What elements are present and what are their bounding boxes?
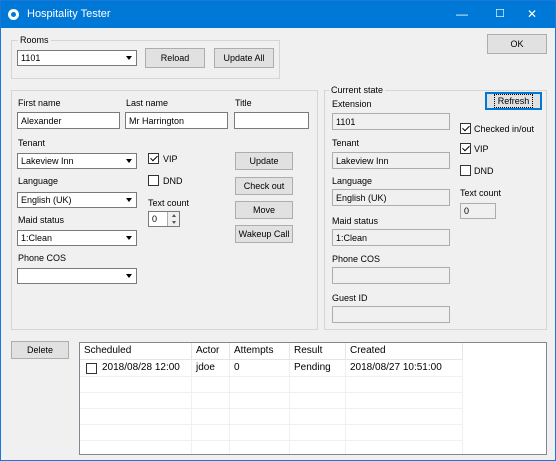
cs-phone-cos-label: Phone COS: [332, 254, 381, 264]
check-out-button[interactable]: Check out: [235, 177, 293, 195]
cs-extension-field: 1101: [332, 113, 450, 130]
col-header-scheduled[interactable]: Scheduled: [80, 343, 192, 360]
cell-scheduled: 2018/08/28 12:00: [102, 362, 180, 373]
main-window: Hospitality Tester — ☐ ✕ Rooms 1101 Relo…: [0, 0, 556, 461]
maid-status-select-value: 1:Clean: [21, 233, 53, 243]
cs-tenant-field: Lakeview Inn: [332, 152, 450, 169]
refresh-label: Refresh: [493, 94, 534, 108]
cell-created: 2018/08/27 10:51:00: [350, 362, 442, 373]
cell-attempts: 0: [234, 362, 240, 373]
col-header-attempts[interactable]: Attempts: [230, 343, 290, 360]
row-divider: [80, 424, 463, 425]
cs-guest-id-field: [332, 306, 450, 323]
update-all-button[interactable]: Update All: [214, 48, 274, 68]
cs-guest-id-label: Guest ID: [332, 293, 368, 303]
cs-dnd-label: DND: [474, 166, 494, 176]
first-name-field[interactable]: Alexander: [17, 112, 120, 129]
spin-up-icon[interactable]: [167, 212, 179, 219]
cs-extension-label: Extension: [332, 99, 372, 109]
close-button[interactable]: ✕: [509, 1, 555, 28]
language-select[interactable]: English (UK): [17, 192, 137, 208]
title-label: Title: [235, 98, 252, 108]
dnd-checkbox[interactable]: [148, 175, 159, 186]
refresh-button[interactable]: Refresh: [485, 92, 542, 110]
chevron-down-icon: [121, 154, 136, 168]
app-icon: [8, 9, 19, 20]
window-title: Hospitality Tester: [27, 8, 111, 20]
chevron-down-icon: [121, 269, 136, 283]
table-row[interactable]: 2018/08/28 12:00 jdoe 0 Pending 2018/08/…: [80, 361, 463, 376]
delete-button[interactable]: Delete: [11, 341, 69, 359]
update-button[interactable]: Update: [235, 152, 293, 170]
spin-down-icon[interactable]: [167, 219, 179, 226]
row-divider: [80, 440, 463, 441]
cs-vip-checkbox: [460, 143, 471, 154]
cell-result: Pending: [294, 362, 331, 373]
rooms-group-label: Rooms: [18, 35, 51, 45]
cs-checked-in-label: Checked in/out: [474, 124, 535, 134]
current-state-group-label: Current state: [329, 85, 386, 95]
dnd-label: DND: [163, 176, 183, 186]
maid-status-select[interactable]: 1:Clean: [17, 230, 137, 246]
maid-status-label: Maid status: [18, 215, 65, 225]
cs-tenant-label: Tenant: [332, 138, 360, 148]
cs-checked-in-checkbox: [460, 123, 471, 134]
language-label: Language: [18, 176, 59, 186]
wakeup-call-button[interactable]: Wakeup Call: [235, 225, 293, 243]
title-field[interactable]: [234, 112, 309, 129]
room-select[interactable]: 1101: [17, 50, 137, 66]
row-divider: [80, 392, 463, 393]
col-header-actor[interactable]: Actor: [192, 343, 230, 360]
wakeup-list[interactable]: Scheduled Actor Attempts Result Created …: [79, 342, 547, 455]
col-header-result[interactable]: Result: [290, 343, 346, 360]
chevron-down-icon: [121, 51, 136, 65]
row-checkbox[interactable]: [86, 363, 97, 374]
vip-checkbox[interactable]: [148, 153, 159, 164]
cs-phone-cos-field: [332, 267, 450, 284]
vip-label: VIP: [163, 154, 178, 164]
text-count-label: Text count: [148, 198, 190, 208]
tenant-select-value: Lakeview Inn: [21, 156, 74, 166]
title-bar[interactable]: Hospitality Tester — ☐ ✕: [1, 1, 555, 28]
last-name-field[interactable]: Mr Harrington: [125, 112, 228, 129]
text-count-value: 0: [152, 214, 158, 224]
cs-dnd-checkbox: [460, 165, 471, 176]
col-header-created[interactable]: Created: [346, 343, 463, 360]
tenant-label: Tenant: [18, 138, 46, 148]
cs-language-label: Language: [332, 176, 373, 186]
move-button[interactable]: Move: [235, 201, 293, 219]
cs-text-count-field: 0: [460, 203, 496, 219]
language-select-value: English (UK): [21, 195, 72, 205]
phone-cos-label: Phone COS: [18, 253, 67, 263]
phone-cos-select[interactable]: [17, 268, 137, 284]
ok-button[interactable]: OK: [487, 34, 547, 54]
room-select-value: 1101: [21, 53, 41, 63]
cs-language-field: English (UK): [332, 189, 450, 206]
cs-maid-status-field: 1:Clean: [332, 229, 450, 246]
chevron-down-icon: [121, 193, 136, 207]
cs-text-count-label: Text count: [460, 188, 502, 198]
row-divider: [80, 408, 463, 409]
row-divider: [80, 376, 463, 377]
reload-button[interactable]: Reload: [145, 48, 205, 68]
chevron-down-icon: [121, 231, 136, 245]
text-count-stepper[interactable]: 0: [148, 211, 180, 227]
cs-vip-label: VIP: [474, 144, 489, 154]
last-name-label: Last name: [126, 98, 169, 108]
tenant-select[interactable]: Lakeview Inn: [17, 153, 137, 169]
cs-maid-status-label: Maid status: [332, 216, 379, 226]
cell-actor: jdoe: [196, 362, 215, 373]
first-name-label: First name: [18, 98, 61, 108]
